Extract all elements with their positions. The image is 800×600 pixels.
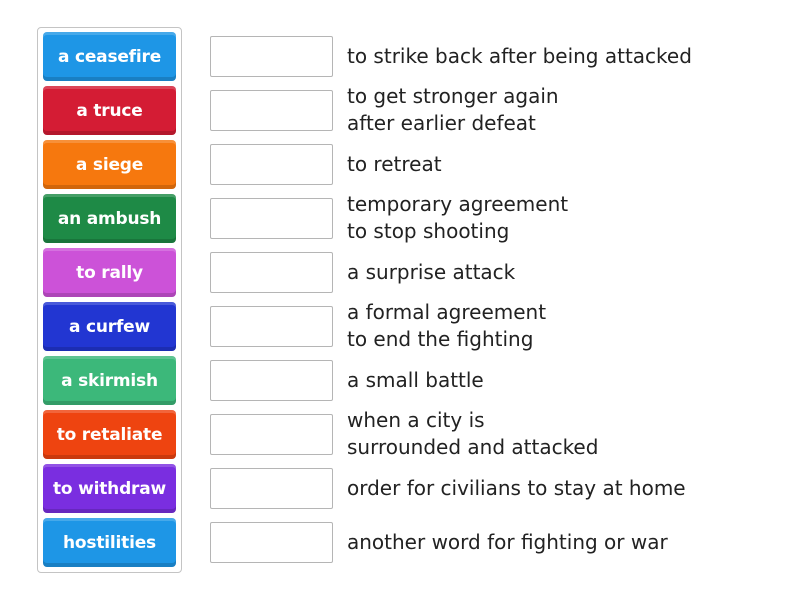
word-tile[interactable]: to rally bbox=[43, 248, 176, 297]
answer-drop-slot[interactable] bbox=[210, 414, 333, 455]
word-tile[interactable]: a truce bbox=[43, 86, 176, 135]
definition-text: when a city is surrounded and attacked bbox=[347, 408, 599, 459]
word-tile[interactable]: to withdraw bbox=[43, 464, 176, 513]
answer-drop-slot[interactable] bbox=[210, 198, 333, 239]
answer-drop-slot[interactable] bbox=[210, 306, 333, 347]
answer-drop-slot[interactable] bbox=[210, 468, 333, 509]
word-tile[interactable]: a skirmish bbox=[43, 356, 176, 405]
definition-text: a surprise attack bbox=[347, 259, 516, 284]
definition-text: a formal agreement to end the fighting bbox=[347, 300, 547, 351]
definition-text: temporary agreement to stop shooting bbox=[347, 192, 569, 243]
definition-text: order for civilians to stay at home bbox=[347, 475, 686, 500]
word-tile[interactable]: a ceasefire bbox=[43, 32, 176, 81]
answer-drop-slot[interactable] bbox=[210, 90, 333, 131]
word-bank: a ceasefire a truce a siege an ambush to ral… bbox=[37, 27, 182, 573]
answer-drop-slot[interactable] bbox=[210, 144, 333, 185]
answer-drop-slot[interactable] bbox=[210, 522, 333, 563]
word-tile[interactable]: to retaliate bbox=[43, 410, 176, 459]
definition-text: to get stronger again after earlier defe… bbox=[347, 84, 559, 135]
definition-text: a small battle bbox=[347, 367, 484, 392]
answer-drop-slot[interactable] bbox=[210, 36, 333, 77]
answer-drop-slot[interactable] bbox=[210, 252, 333, 293]
word-tile[interactable]: an ambush bbox=[43, 194, 176, 243]
definition-text: to strike back after being attacked bbox=[347, 43, 692, 68]
word-tile[interactable]: hostilities bbox=[43, 518, 176, 567]
answer-drop-slot[interactable] bbox=[210, 360, 333, 401]
word-tile[interactable]: a siege bbox=[43, 140, 176, 189]
definition-text: another word for fighting or war bbox=[347, 529, 668, 554]
word-tile[interactable]: a curfew bbox=[43, 302, 176, 351]
definition-text: to retreat bbox=[347, 151, 442, 176]
